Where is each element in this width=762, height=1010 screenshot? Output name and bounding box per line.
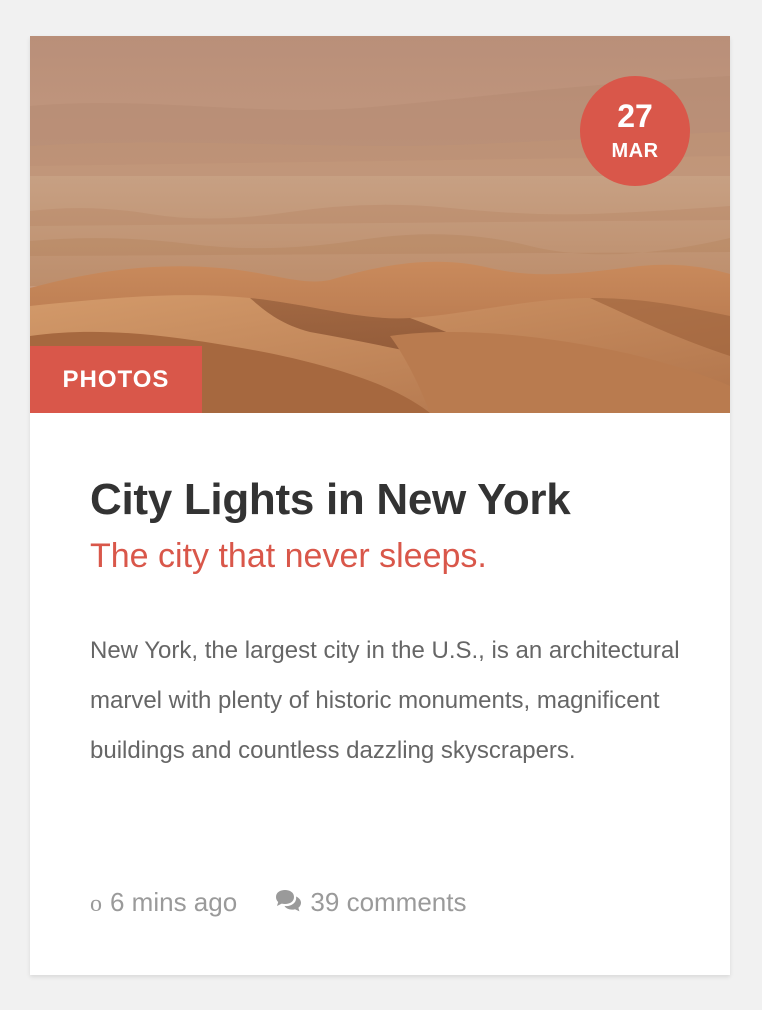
post-excerpt: New York, the largest city in the U.S., … — [90, 637, 680, 764]
comments-count: 39 comments — [310, 887, 467, 917]
comments-link[interactable]: 39 comments — [274, 882, 467, 922]
post-image[interactable]: 27 MAR PHOTOS — [30, 36, 730, 413]
date-month: MAR — [611, 140, 659, 162]
category-label[interactable]: PHOTOS — [30, 346, 202, 413]
post-content: City Lights in New York The city that ne… — [90, 474, 680, 776]
post-card: 27 MAR PHOTOS City Lights in New York Th… — [30, 36, 730, 975]
clock-icon: o — [90, 891, 102, 917]
comments-icon — [276, 890, 302, 912]
post-time: o 6 mins ago — [90, 882, 237, 924]
date-day: 27 — [617, 98, 653, 134]
post-subtitle: The city that never sleeps. — [90, 537, 487, 575]
post-title[interactable]: City Lights in New York — [90, 474, 680, 526]
time-ago-label: 6 mins ago — [110, 887, 238, 917]
post-meta: o 6 mins ago 39 comments — [90, 882, 467, 922]
date-badge: 27 MAR — [580, 76, 690, 186]
